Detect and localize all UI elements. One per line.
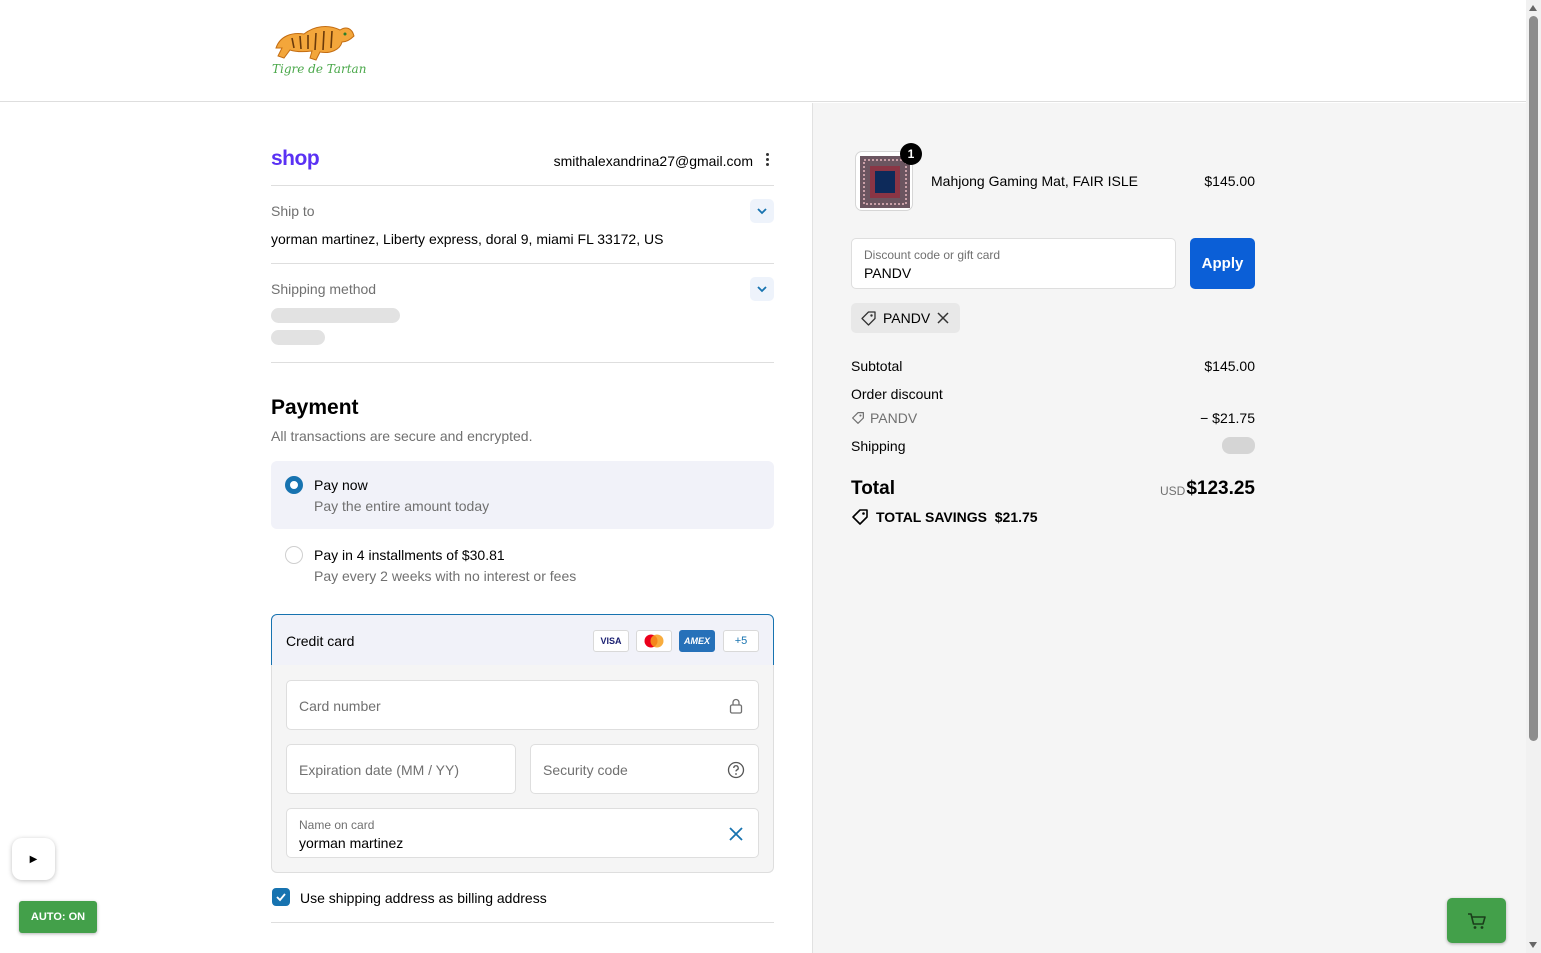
shipping-method-skeleton — [271, 308, 400, 323]
ship-to-label: Ship to — [271, 203, 315, 219]
auto-toggle-button[interactable]: AUTO: ON — [19, 901, 97, 933]
order-discount-label: Order discount — [851, 386, 943, 402]
chevron-down-icon — [757, 286, 767, 293]
shipping-cost-skeleton — [1222, 437, 1255, 454]
total-savings: TOTAL SAVINGS $21.75 — [876, 509, 1038, 525]
quantity-badge: 1 — [900, 143, 922, 165]
name-on-card-field[interactable]: Name on card yorman martinez — [286, 808, 759, 858]
credit-card-label: Credit card — [286, 633, 355, 649]
tag-icon — [852, 412, 864, 424]
pay-now-description: Pay the entire amount today — [314, 498, 490, 514]
visa-icon: VISA — [593, 630, 629, 652]
clear-icon[interactable] — [727, 825, 745, 843]
installments-radio[interactable] — [285, 546, 303, 564]
divider — [271, 362, 774, 363]
divider — [271, 185, 774, 186]
shipping-method-skeleton — [271, 330, 325, 345]
lock-icon — [729, 698, 743, 714]
scroll-down-arrow[interactable] — [1529, 942, 1537, 948]
pay-now-title: Pay now — [314, 477, 368, 493]
pay-now-radio[interactable] — [285, 476, 303, 494]
security-code-placeholder: Security code — [543, 762, 628, 778]
card-number-placeholder: Card number — [299, 698, 381, 714]
play-button[interactable]: ▶ — [12, 838, 55, 880]
help-icon[interactable] — [727, 761, 745, 779]
divider — [271, 263, 774, 264]
remove-discount-icon[interactable] — [937, 312, 949, 324]
applied-discount-code: PANDV — [883, 310, 931, 326]
shipping-label: Shipping — [851, 438, 906, 454]
shop-brand-logo: shop — [271, 147, 320, 170]
discount-code-line: PANDV — [870, 410, 918, 426]
savings-tag-icon — [852, 509, 868, 525]
scroll-up-arrow[interactable] — [1529, 5, 1537, 11]
security-code-field[interactable]: Security code — [530, 744, 759, 794]
product-name: Mahjong Gaming Mat, FAIR ISLE — [931, 173, 1138, 189]
discount-amount: − $21.75 — [1200, 410, 1255, 426]
applied-discount-chip: PANDV — [851, 303, 960, 333]
billing-address-checkbox[interactable] — [272, 888, 290, 906]
tiger-logo-icon — [275, 26, 355, 61]
discount-field-value: PANDV — [864, 265, 912, 281]
name-on-card-label: Name on card — [299, 818, 375, 832]
more-card-brands-badge: +5 — [723, 630, 759, 652]
product-price: $145.00 — [1204, 173, 1255, 189]
apply-discount-button[interactable]: Apply — [1190, 238, 1255, 289]
expiration-date-placeholder: Expiration date (MM / YY) — [299, 762, 460, 778]
billing-address-label[interactable]: Use shipping address as billing address — [300, 890, 547, 906]
store-logo[interactable]: Tigre de Tartan — [270, 18, 366, 82]
shipping-method-label: Shipping method — [271, 281, 377, 297]
expiration-date-field[interactable]: Expiration date (MM / YY) — [286, 744, 516, 794]
credit-card-option[interactable]: Credit card VISA AMEX +5 — [271, 614, 774, 666]
total-value: $123.25 — [1186, 478, 1255, 499]
total-savings-label: TOTAL SAVINGS — [876, 509, 987, 525]
chevron-down-icon — [757, 208, 767, 215]
play-icon: ▶ — [29, 853, 38, 865]
discount-field-label: Discount code or gift card — [864, 248, 1001, 262]
total-savings-value: $21.75 — [994, 509, 1038, 525]
ship-to-expand-button[interactable] — [750, 199, 774, 223]
account-email: smithalexandrina27@gmail.com — [553, 153, 753, 169]
cart-button[interactable] — [1447, 898, 1506, 943]
amex-icon: AMEX — [679, 630, 715, 652]
cart-icon — [1467, 912, 1486, 929]
logo-text: Tigre de Tartan — [272, 62, 367, 76]
subtotal-value: $145.00 — [1204, 358, 1255, 374]
tag-icon — [861, 311, 876, 326]
ship-to-address: yorman martinez, Liberty express, doral … — [271, 231, 664, 247]
total-label: Total — [851, 478, 895, 499]
pay-now-option[interactable] — [271, 461, 774, 529]
discount-code-field[interactable]: Discount code or gift card PANDV — [851, 238, 1176, 289]
store-header: Tigre de Tartan — [0, 0, 1526, 102]
more-options-icon[interactable] — [762, 153, 772, 169]
shipping-method-expand-button[interactable] — [750, 277, 774, 301]
name-on-card-value: yorman martinez — [299, 835, 404, 851]
order-summary — [812, 103, 1526, 953]
product-image — [860, 156, 910, 208]
payment-heading: Payment — [271, 396, 359, 419]
subtotal-label: Subtotal — [851, 358, 903, 374]
installments-description: Pay every 2 weeks with no interest or fe… — [314, 568, 577, 584]
divider — [271, 922, 774, 923]
card-number-field[interactable]: Card number — [286, 680, 759, 730]
payment-subtitle: All transactions are secure and encrypte… — [271, 428, 533, 444]
scroll-thumb[interactable] — [1529, 16, 1538, 741]
checkmark-icon — [276, 893, 286, 902]
installments-title[interactable]: Pay in 4 installments of $30.81 — [314, 547, 505, 563]
page-scrollbar[interactable] — [1526, 0, 1541, 953]
mastercard-icon — [636, 630, 672, 652]
total-currency: USD — [1160, 484, 1186, 498]
